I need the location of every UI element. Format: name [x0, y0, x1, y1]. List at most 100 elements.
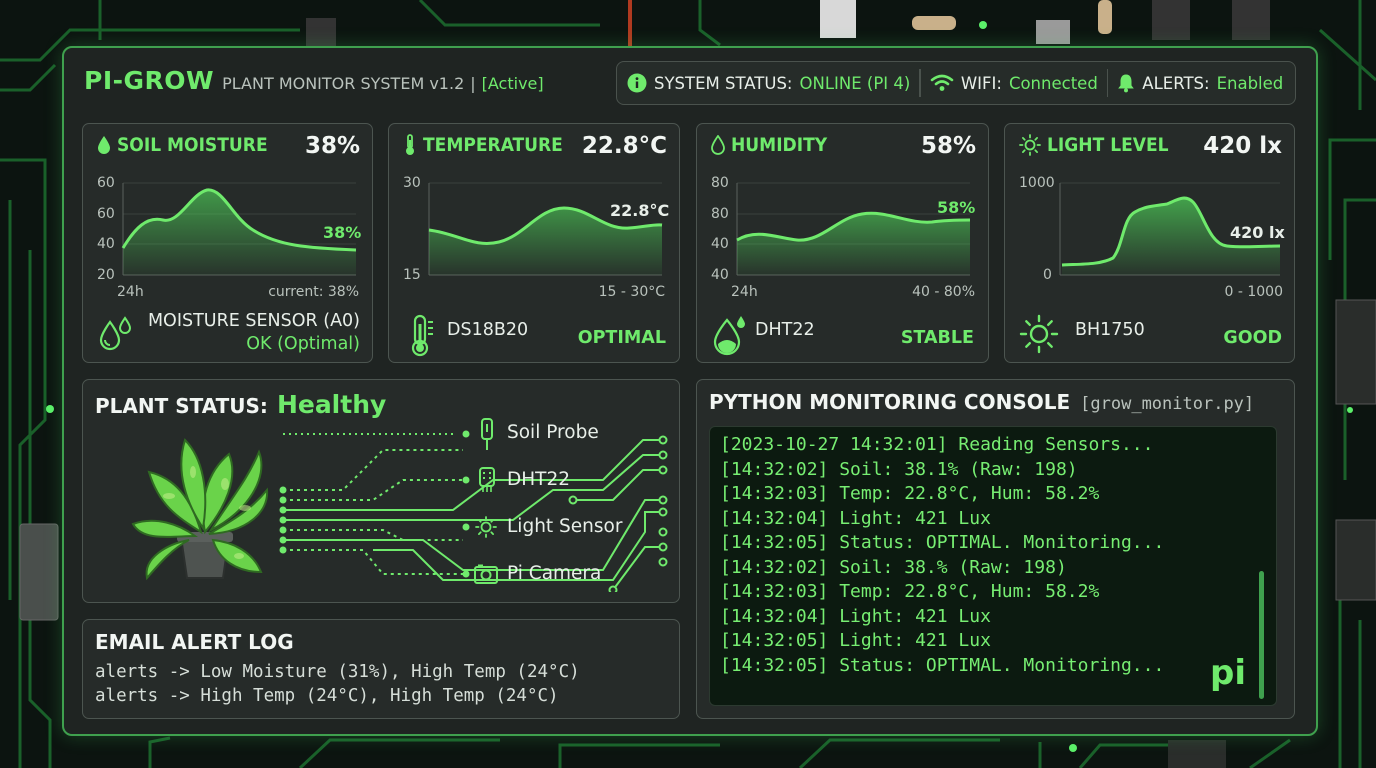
sun-icon [475, 516, 497, 538]
console-line: [14:32:03] Temp: 22.8°C, Hum: 58.2% [720, 581, 1100, 602]
x-axis-range-label: 15 - 30°C [599, 284, 666, 300]
light-level-title: LIGHT LEVEL [1019, 134, 1169, 156]
alerts-label: ALERTS: [1142, 73, 1210, 93]
brand-name: PI-GROW [84, 66, 215, 95]
y-tick-label: 0 [1043, 267, 1052, 283]
y-tick-label: 15 [403, 267, 421, 283]
soil-moisture-title: SOIL MOISTURE [97, 134, 268, 156]
humidity-value: 58% [920, 133, 976, 159]
console-title-label: PYTHON MONITORING CONSOLE [709, 390, 1071, 414]
y-tick-label: 60 [97, 175, 115, 191]
sun-icon [1019, 134, 1041, 156]
sun-icon [1019, 314, 1059, 354]
current-value-label: 22.8°C [610, 201, 669, 220]
y-tick-label: 60 [97, 206, 115, 222]
email-log-line: alerts -> Low Moisture (31%), High Temp … [95, 662, 580, 682]
sensor-state: GOOD [1223, 328, 1282, 348]
email-alert-log-panel: EMAIL ALERT LOG alerts -> Low Moisture (… [82, 619, 680, 719]
camera-icon [474, 564, 498, 584]
humidity-card: HUMIDITY 58% 80 80 40 40 58% 24h 40 - 80… [696, 123, 989, 363]
x-axis-start-label: 24h [117, 284, 144, 300]
current-value-label: 38% [323, 223, 361, 242]
humidity-sensor-icon [713, 316, 745, 356]
temperature-title: TEMPERATURE [403, 134, 563, 156]
email-log-line: alerts -> High Temp (24°C), High Temp (2… [95, 686, 559, 706]
wifi-label: WIFI: [960, 73, 1002, 93]
plant-status-panel: PLANT STATUS: Healthy Soil Probe DHT22 L… [82, 379, 680, 603]
y-tick-label: 1000 [1019, 175, 1055, 191]
device-label-soil-probe: Soil Probe [507, 422, 599, 443]
soil-moisture-value: 38% [304, 133, 360, 159]
console-line: [14:32:05] Status: OPTIMAL. Monitoring..… [720, 532, 1165, 553]
plant-status-value: Healthy [276, 390, 387, 419]
y-tick-label: 80 [711, 175, 729, 191]
system-status: SYSTEM STATUS: ONLINE (PI 4) [627, 73, 910, 93]
plant-status-label: PLANT STATUS: [95, 394, 268, 418]
humidity-drop-icon [711, 135, 725, 155]
system-status-label: SYSTEM STATUS: [654, 73, 793, 93]
y-tick-label: 40 [711, 267, 729, 283]
x-axis-range-label: 0 - 1000 [1225, 284, 1284, 300]
temperature-chart: 30 15 22.8°C 15 - 30°C [403, 175, 669, 300]
status-divider [919, 69, 921, 97]
console-line: [14:32:04] Light: 421 Lux [720, 507, 991, 529]
console-filename: [grow_monitor.py] [1080, 394, 1255, 414]
email-log-title-label: EMAIL ALERT LOG [95, 630, 294, 654]
device-label-light-sensor: Light Sensor [507, 516, 623, 537]
temperature-card: TEMPERATURE 22.8°C 30 15 22.8°C 15 - 30°… [388, 123, 680, 363]
current-value-label: 420 lx [1230, 223, 1285, 242]
alerts-value: Enabled [1216, 73, 1284, 93]
info-icon [627, 73, 647, 93]
console-line: [14:32:05] Status: OPTIMAL. Monitoring..… [720, 654, 1165, 676]
wifi-status: WIFI: Connected [930, 74, 1098, 93]
light-level-value: 420 lx [1203, 133, 1282, 159]
x-axis-range-label: current: 38% [268, 284, 359, 300]
y-tick-label: 80 [711, 206, 729, 222]
sensor-wiring-diagram [279, 430, 668, 592]
sensor-title-label: TEMPERATURE [423, 134, 563, 156]
console-line: [14:32:05] Light: 421 Lux [720, 630, 991, 651]
sensor-title-label: SOIL MOISTURE [117, 134, 268, 156]
sensor-model: DHT22 [755, 320, 815, 340]
console-scrollbar[interactable] [1259, 571, 1264, 699]
sensor-title-label: LIGHT LEVEL [1047, 134, 1169, 156]
probe-icon [481, 418, 493, 450]
console-line: [14:32:02] Soil: 38.1% (Raw: 198) [720, 458, 1078, 480]
thermometer-icon [406, 134, 414, 155]
soil-moisture-footer: MOISTURE SENSOR (A0) OK (Optimal) [83, 310, 372, 360]
email-log-list: alerts -> Low Moisture (31%), High Temp … [95, 660, 580, 708]
x-axis-range-label: 40 - 80% [912, 284, 975, 300]
y-tick-label: 40 [711, 236, 729, 252]
sensor-model: DS18B20 [447, 320, 529, 340]
plant-status-title: PLANT STATUS: Healthy [95, 390, 386, 419]
status-divider [1106, 69, 1109, 97]
sensor-title-label: HUMIDITY [731, 134, 828, 156]
x-axis-start-label: 24h [731, 284, 758, 300]
sensor-state: STABLE [900, 328, 974, 348]
sensor-state: OK (Optimal) [246, 334, 360, 354]
sensor-model: BH1750 [1075, 320, 1145, 340]
humidity-chart: 80 80 40 40 58% 24h 40 - 80% [711, 175, 975, 300]
y-tick-label: 40 [97, 236, 115, 252]
console-line: [2023-10-27 14:32:01] Reading Sensors... [720, 434, 1154, 455]
system-status-value: ONLINE (PI 4) [799, 73, 911, 93]
soil-moisture-card: SOIL MOISTURE 38% 60 60 40 20 38% 24h cu… [82, 123, 373, 363]
dht22-icon [479, 467, 495, 492]
console-line: [14:32:04] Light: 421 Lux [720, 605, 991, 627]
current-value-label: 58% [937, 198, 975, 217]
temperature-footer: DS18B20 OPTIMAL [389, 310, 678, 360]
light-level-footer: BH1750 GOOD [1005, 310, 1294, 360]
header-separator: | [470, 74, 476, 93]
y-tick-label: 30 [403, 175, 421, 191]
light-level-card: LIGHT LEVEL 420 lx 1000 0 420 lx 0 - 100… [1004, 123, 1295, 363]
alerts-status: ALERTS: Enabled [1117, 73, 1283, 93]
sensor-state: OPTIMAL [577, 328, 666, 348]
email-log-title: EMAIL ALERT LOG [95, 630, 294, 654]
app-header: PI-GROW PLANT MONITOR SYSTEM v1.2 | [Act… [84, 66, 544, 102]
soil-moisture-chart: 60 60 40 20 38% 24h current: 38% [97, 175, 361, 300]
sensor-footer-text: MOISTURE SENSOR (A0) OK (Optimal) [148, 310, 360, 356]
raspberry-pi-logo: pi [1210, 653, 1246, 693]
humidity-footer: DHT22 STABLE [697, 310, 986, 360]
console-output[interactable]: [2023-10-27 14:32:01] Reading Sensors...… [709, 426, 1277, 706]
console-line: [14:32:03] Temp: 22.8°C, Hum: 58.2% [720, 483, 1100, 504]
